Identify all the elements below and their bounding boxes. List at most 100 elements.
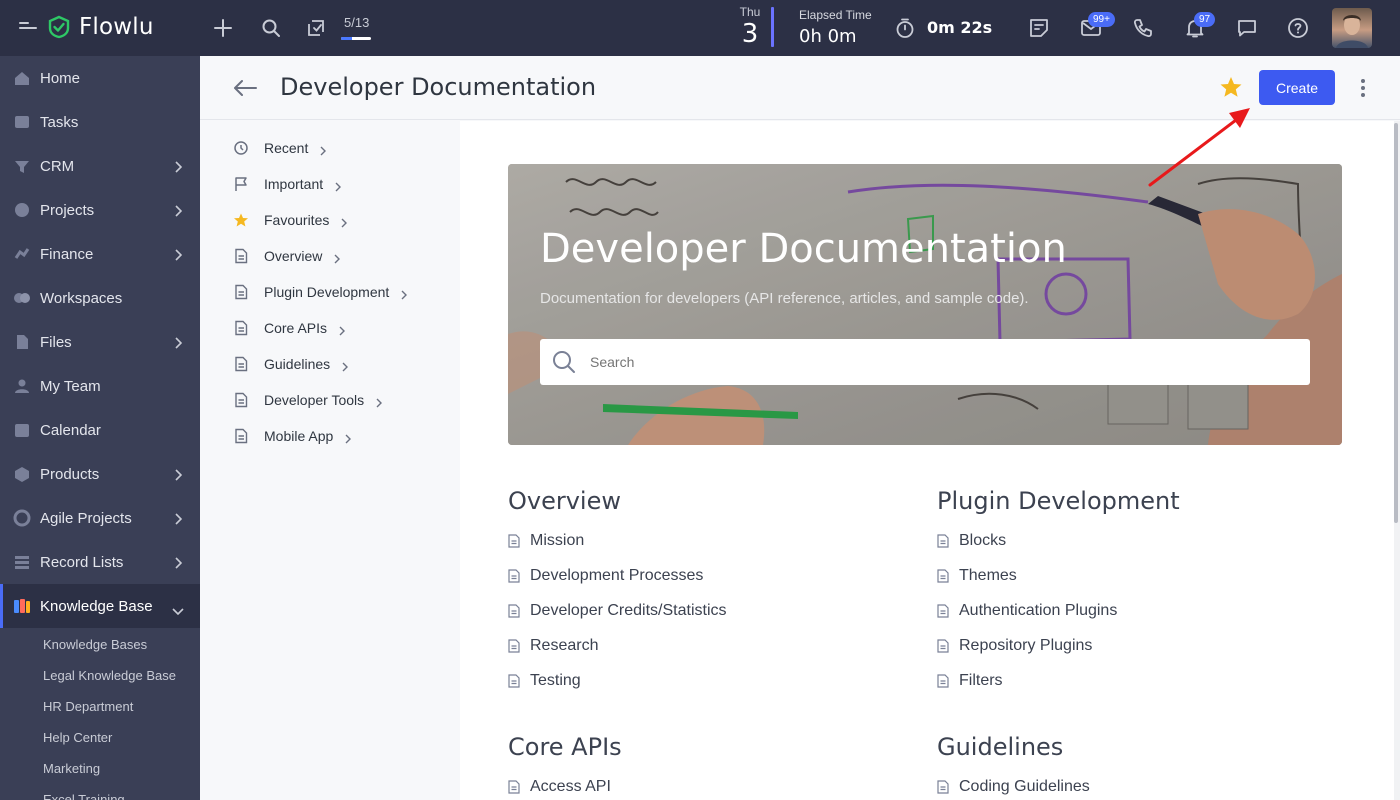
sidebar-item-my-team[interactable]: My Team <box>0 364 200 408</box>
article-link[interactable]: Blocks <box>937 532 1006 550</box>
chevron-right-icon[interactable] <box>174 556 183 573</box>
sidebar-item-calendar[interactable]: Calendar <box>0 408 200 452</box>
content-scrollbar[interactable] <box>1394 121 1400 800</box>
kb-nav-label: Guidelines <box>264 356 331 372</box>
scrollbar-thumb[interactable] <box>1394 123 1398 523</box>
chevron-right-icon[interactable] <box>345 431 351 447</box>
sidebar-subitem[interactable]: Excel Training <box>43 792 125 800</box>
document-icon <box>233 320 249 336</box>
chevron-right-icon[interactable] <box>335 179 341 195</box>
kb-nav-item-core-apis[interactable]: Core APIs <box>200 310 460 346</box>
knowledge-base-search[interactable] <box>540 339 1310 385</box>
chevron-down-icon[interactable] <box>172 602 184 619</box>
sidebar-item-crm[interactable]: CRM <box>0 144 200 188</box>
phone-icon[interactable] <box>1131 16 1155 40</box>
sidebar-item-label: Files <box>40 333 72 351</box>
sidebar-item-files[interactable]: Files <box>0 320 200 364</box>
search-icon[interactable] <box>259 16 283 40</box>
search-icon <box>552 350 576 379</box>
sidebar-item-workspaces[interactable]: Workspaces <box>0 276 200 320</box>
create-button[interactable]: Create <box>1259 70 1335 105</box>
article-link[interactable]: Repository Plugins <box>937 637 1092 655</box>
hero-title: Developer Documentation <box>540 226 1067 272</box>
user-avatar[interactable] <box>1332 8 1372 48</box>
chevron-right-icon[interactable] <box>334 251 340 267</box>
sidebar-item-finance[interactable]: Finance <box>0 232 200 276</box>
kb-nav-item-important[interactable]: Important <box>200 166 460 202</box>
article-link[interactable]: Access API <box>508 778 611 796</box>
search-input[interactable] <box>590 339 1290 385</box>
section-title[interactable]: Overview <box>508 487 621 515</box>
article-link-label: Coding Guidelines <box>959 778 1090 795</box>
article-link-label: Repository Plugins <box>959 637 1093 654</box>
section-title[interactable]: Plugin Development <box>937 487 1180 515</box>
article-link[interactable]: Authentication Plugins <box>937 602 1117 620</box>
chevron-right-icon[interactable] <box>376 395 382 411</box>
sidebar-subitem[interactable]: Help Center <box>43 730 112 745</box>
favourite-star-icon[interactable] <box>1219 75 1243 104</box>
task-counter[interactable]: 5/13 <box>344 15 369 30</box>
article-link[interactable]: Developer Credits/Statistics <box>508 602 727 620</box>
kb-nav-item-plugin-development[interactable]: Plugin Development <box>200 274 460 310</box>
sidebar-item-label: Workspaces <box>40 289 123 307</box>
chevron-right-icon[interactable] <box>174 248 183 265</box>
chevron-right-icon[interactable] <box>174 160 183 177</box>
chevron-right-icon[interactable] <box>401 287 407 303</box>
stopwatch-icon[interactable] <box>893 16 917 40</box>
chat-icon[interactable] <box>1235 16 1259 40</box>
timer-value[interactable]: 0m 22s <box>927 18 992 37</box>
article-link-label: Blocks <box>959 532 1007 549</box>
sidebar-item-products[interactable]: Products <box>0 452 200 496</box>
logo[interactable]: Flowlu <box>47 14 154 40</box>
sidebar-item-knowledge-base[interactable]: Knowledge Base <box>0 584 200 628</box>
article-link[interactable]: Research <box>508 637 598 655</box>
kb-nav-item-overview[interactable]: Overview <box>200 238 460 274</box>
chevron-right-icon[interactable] <box>174 512 183 529</box>
record-lists-icon <box>12 552 32 572</box>
article-link[interactable]: Development Processes <box>508 567 703 585</box>
article-link[interactable]: Filters <box>937 672 1003 690</box>
chevron-right-icon[interactable] <box>339 323 345 339</box>
chevron-right-icon[interactable] <box>174 204 183 221</box>
help-icon[interactable] <box>1286 16 1310 40</box>
kb-nav-label: Overview <box>264 248 323 264</box>
chevron-right-icon[interactable] <box>341 215 347 231</box>
sidebar-subitem[interactable]: Legal Knowledge Base <box>43 668 176 683</box>
knowledge-base-icon <box>12 596 32 616</box>
section-title[interactable]: Guidelines <box>937 733 1063 761</box>
sidebar-item-agile-projects[interactable]: Agile Projects <box>0 496 200 540</box>
article-link[interactable]: Mission <box>508 532 584 550</box>
section-title[interactable]: Core APIs <box>508 733 622 761</box>
back-arrow-icon[interactable] <box>232 78 258 103</box>
kb-nav-item-recent[interactable]: Recent <box>200 130 460 166</box>
sidebar-item-label: Tasks <box>40 113 79 131</box>
article-link[interactable]: Themes <box>937 567 1017 585</box>
menu-icon[interactable] <box>19 20 37 34</box>
sidebar-item-projects[interactable]: Projects <box>0 188 200 232</box>
kb-nav-label: Important <box>264 176 324 192</box>
chevron-right-icon[interactable] <box>174 468 183 485</box>
logo-check-icon <box>48 15 70 39</box>
task-check-icon[interactable] <box>304 16 328 40</box>
sidebar-item-home[interactable]: Home <box>0 56 200 100</box>
sidebar-item-record-lists[interactable]: Record Lists <box>0 540 200 584</box>
more-options-icon[interactable] <box>1359 78 1367 98</box>
sidebar-subitem[interactable]: Marketing <box>43 761 100 776</box>
chevron-right-icon[interactable] <box>342 359 348 375</box>
sidebar-item-label: CRM <box>40 157 75 175</box>
sidebar-subitem[interactable]: Knowledge Bases <box>43 637 147 652</box>
article-link[interactable]: Coding Guidelines <box>937 778 1090 796</box>
article-link[interactable]: Testing <box>508 672 581 690</box>
chevron-right-icon[interactable] <box>320 143 326 159</box>
document-icon <box>508 604 530 618</box>
notes-icon[interactable] <box>1027 16 1051 40</box>
kb-nav-item-developer-tools[interactable]: Developer Tools <box>200 382 460 418</box>
kb-nav-item-guidelines[interactable]: Guidelines <box>200 346 460 382</box>
add-icon[interactable] <box>211 16 235 40</box>
sidebar-subitem[interactable]: HR Department <box>43 699 133 714</box>
chevron-right-icon[interactable] <box>174 336 183 353</box>
kb-nav-item-mobile-app[interactable]: Mobile App <box>200 418 460 454</box>
sidebar-item-tasks[interactable]: Tasks <box>0 100 200 144</box>
article-link-label: Development Processes <box>530 567 704 584</box>
kb-nav-item-favourites[interactable]: Favourites <box>200 202 460 238</box>
